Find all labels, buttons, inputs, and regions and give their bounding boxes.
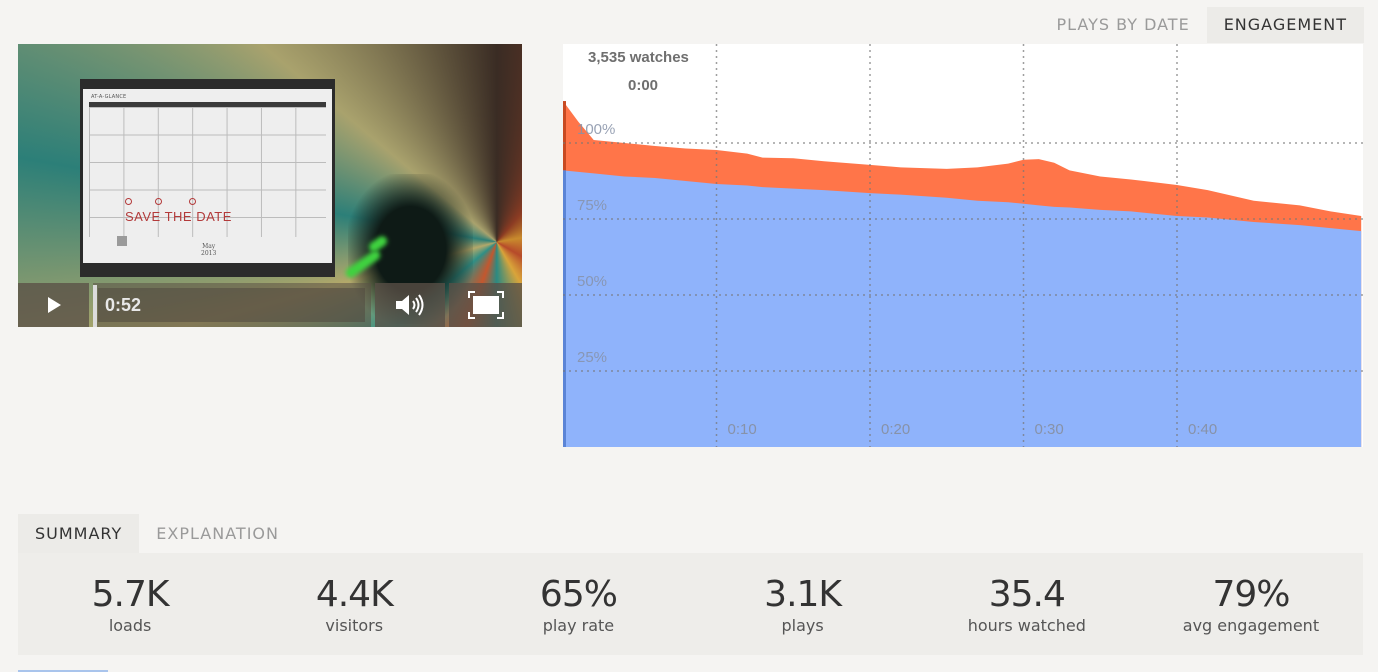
y-tick-label: 75% (577, 197, 607, 214)
calendar-circle (125, 198, 132, 205)
summary-tabs: SUMMARY EXPLANATION (18, 514, 296, 553)
stat-label: visitors (325, 616, 384, 635)
view-tabs: PLAYS BY DATE ENGAGEMENT (1039, 7, 1364, 43)
volume-icon (396, 294, 424, 316)
calendar-save-the-date: SAVE THE DATE (125, 209, 232, 224)
fullscreen-button[interactable] (449, 283, 522, 327)
stat-value: 4.4K (315, 574, 394, 615)
tab-summary[interactable]: SUMMARY (18, 514, 140, 553)
tab-plays-by-date[interactable]: PLAYS BY DATE (1039, 7, 1206, 43)
stat-avg-engagement: 79% avg engagement (1139, 553, 1363, 655)
engagement-chart[interactable]: 25% 50% 75% 100% 0:10 0:20 0:30 0:40 3,535 watc… (563, 44, 1363, 447)
volume-button[interactable] (375, 283, 445, 327)
stat-loads: 5.7K loads (18, 553, 242, 655)
engagement-chart-svg: 25% 50% 75% 100% 0:10 0:20 0:30 0:40 (563, 44, 1363, 447)
x-tick-label: 0:10 (728, 421, 757, 438)
stat-label: avg engagement (1182, 616, 1320, 635)
stat-play-rate: 65% play rate (466, 553, 690, 655)
x-tick-label: 0:40 (1188, 421, 1217, 438)
calendar-brand: AT-A-GLANCE (91, 94, 127, 100)
hover-time-label: 0:00 (628, 77, 659, 94)
calendar-year: 2013 (201, 250, 217, 257)
video-player[interactable]: AT-A-GLANCE SAVE THE DATE May 2013 0:52 (18, 44, 522, 327)
stat-value: 79% (1212, 574, 1290, 615)
tab-engagement[interactable]: ENGAGEMENT (1206, 7, 1364, 43)
rewatch-edge (563, 101, 566, 171)
stat-value: 65% (539, 574, 618, 615)
y-tick-label: 100% (577, 121, 615, 138)
summary-stats: 5.7K loads 4.4K visitors 65% play rate 3… (18, 553, 1363, 655)
stat-label: hours watched (967, 616, 1086, 635)
calendar-circle (155, 198, 162, 205)
tab-explanation[interactable]: EXPLANATION (139, 514, 296, 553)
hover-watches-label: 3,535 watches (588, 49, 689, 66)
stat-visitors: 4.4K visitors (242, 553, 466, 655)
stat-label: play rate (542, 616, 615, 635)
calendar-circle (189, 198, 196, 205)
x-tick-label: 0:20 (881, 421, 910, 438)
calendar-sheet: AT-A-GLANCE SAVE THE DATE May 2013 (83, 89, 332, 263)
stat-label: loads (108, 616, 152, 635)
video-controls: 0:52 (18, 283, 522, 327)
play-icon (47, 297, 61, 313)
stat-label: plays (781, 616, 824, 635)
play-button[interactable] (18, 283, 89, 327)
stat-hours-watched: 35.4 hours watched (915, 553, 1139, 655)
calendar-mini-month (117, 236, 127, 246)
calendar-month: May (202, 243, 216, 250)
x-tick-label: 0:30 (1035, 421, 1064, 438)
current-time: 0:52 (105, 294, 142, 315)
y-tick-label: 50% (577, 273, 607, 290)
stat-value: 5.7K (91, 574, 170, 615)
video-scrubber[interactable]: 0:52 (93, 283, 371, 327)
first-watch-edge (563, 170, 566, 447)
stat-plays: 3.1K plays (691, 553, 915, 655)
fullscreen-icon (467, 291, 504, 319)
stat-value: 3.1K (764, 574, 842, 615)
calendar-month-label: May 2013 (201, 243, 216, 257)
scrubber-handle[interactable] (93, 285, 97, 327)
video-frame-calendar: AT-A-GLANCE SAVE THE DATE May 2013 (80, 79, 335, 277)
y-tick-label: 25% (577, 349, 607, 366)
stat-value: 35.4 (988, 574, 1066, 615)
